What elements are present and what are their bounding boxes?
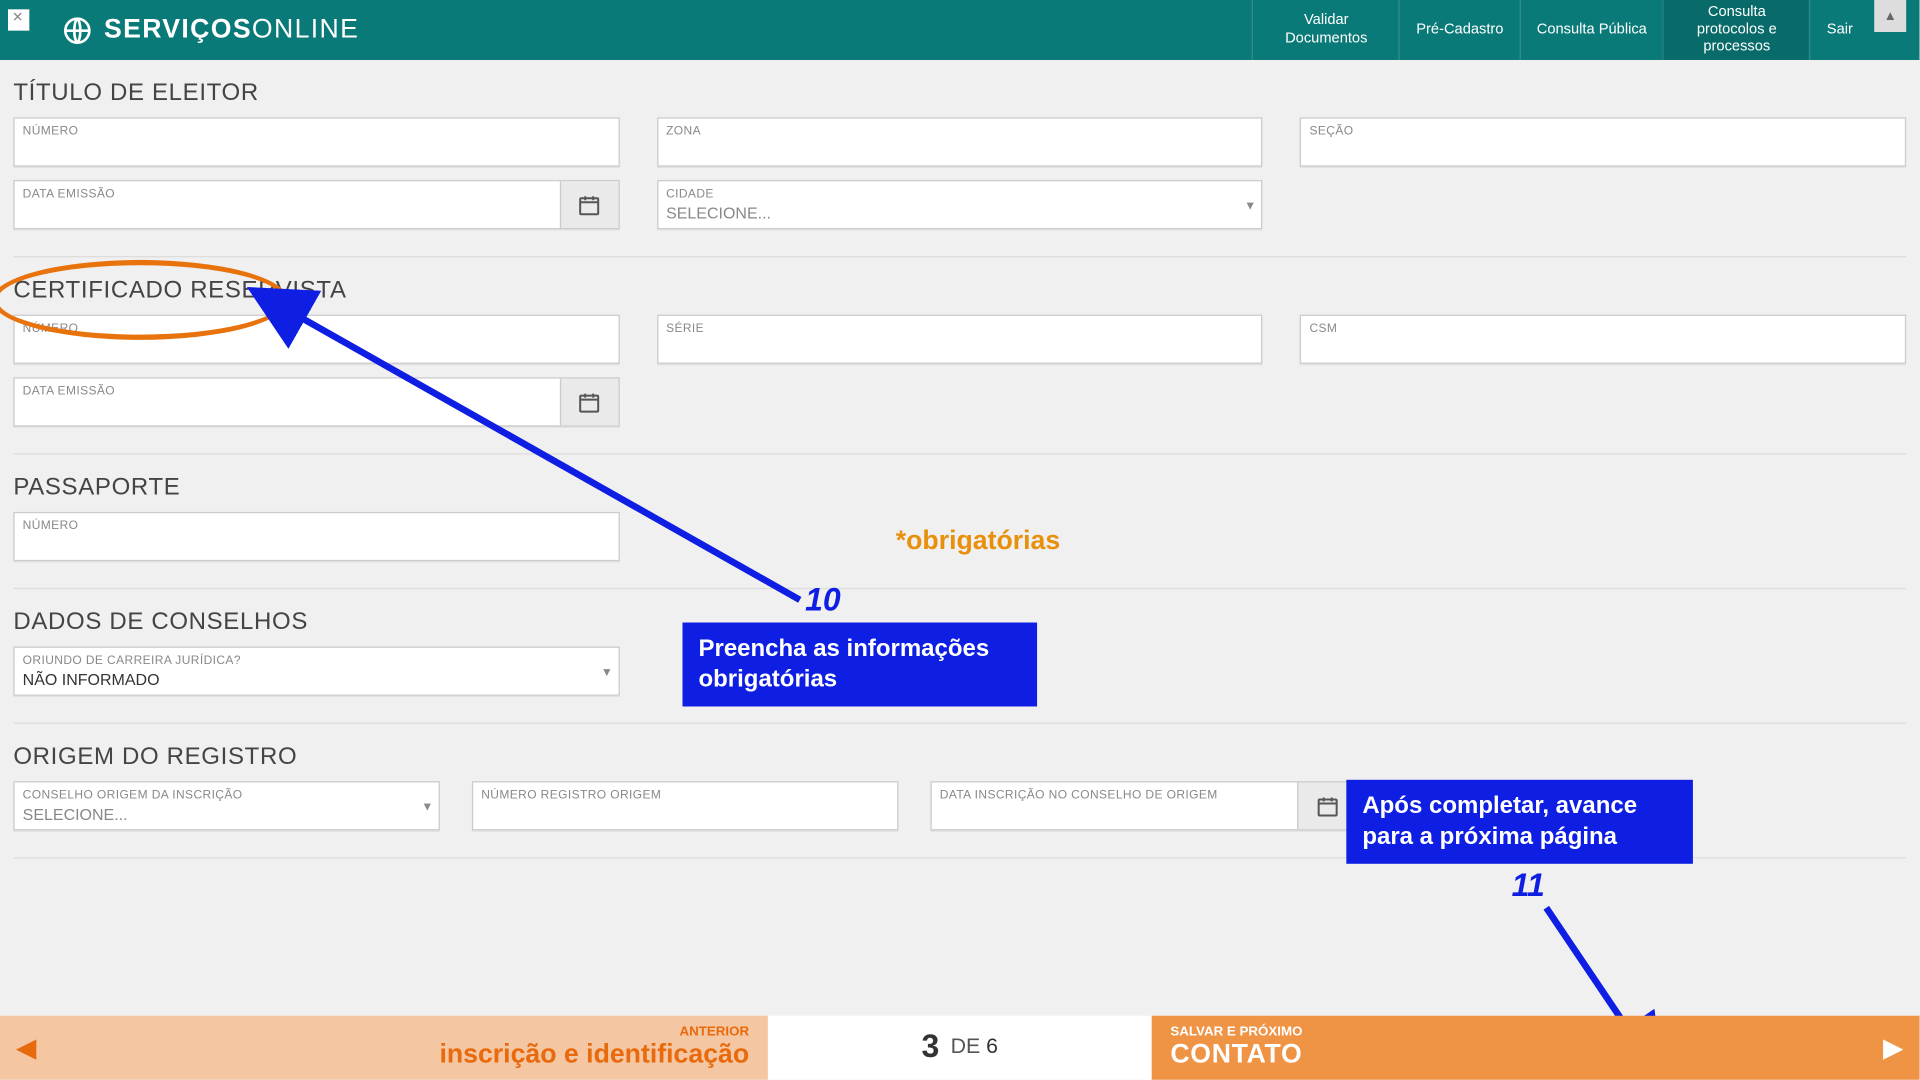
field-label: ZONA <box>666 124 1253 137</box>
wizard-footer: ◀ ANTERIOR inscrição e identificação 3 D… <box>0 1016 1920 1080</box>
origem-data-field[interactable]: DATA INSCRIÇÃO NO CONSELHO DE ORIGEM <box>930 781 1357 830</box>
nav-pre-cadastro[interactable]: Pré-Cadastro <box>1399 0 1520 60</box>
titulo-data-emissao-field[interactable]: DATA EMISSÃO <box>13 180 619 229</box>
nav-validar-documentos[interactable]: Validar Documentos <box>1252 0 1399 60</box>
passaporte-numero-input[interactable] <box>23 533 610 554</box>
annotation-obrigatorias: *obrigatórias <box>896 527 1060 558</box>
section-title-origem-registro: ORIGEM DO REGISTRO <box>13 742 1906 770</box>
origem-conselho-select[interactable]: CONSELHO ORIGEM DA INSCRIÇÃO SELECIONE..… <box>13 781 440 830</box>
chevron-down-icon: ▼ <box>421 799 433 812</box>
annotation-step-10-box: Preencha as informações obrigatórias <box>682 623 1037 707</box>
titulo-zona-field[interactable]: ZONA <box>657 117 1263 166</box>
divider <box>13 256 1906 257</box>
wizard-next-button[interactable]: SALVAR E PRÓXIMO CONTATO ▶ <box>1152 1016 1920 1080</box>
wizard-prev-button[interactable]: ◀ ANTERIOR inscrição e identificação <box>0 1016 768 1080</box>
titulo-zona-input[interactable] <box>666 139 1253 160</box>
titulo-cidade-select[interactable]: CIDADE SELECIONE... ▼ <box>657 180 1263 229</box>
wizard-pager: 3 DE 6 <box>768 1016 1152 1080</box>
origem-data-input[interactable] <box>940 802 1289 823</box>
origem-numero-input[interactable] <box>481 802 889 823</box>
calendar-icon[interactable] <box>559 379 618 426</box>
annotation-step-11-box: Após completar, avance para a próxima pá… <box>1346 780 1693 864</box>
field-label: DATA INSCRIÇÃO NO CONSELHO DE ORIGEM <box>940 788 1289 801</box>
reservista-data-emissao-field[interactable]: DATA EMISSÃO <box>13 377 619 426</box>
titulo-data-emissao-input[interactable] <box>23 201 552 222</box>
top-navigation: Validar Documentos Pré-Cadastro Consulta… <box>1252 0 1869 60</box>
select-value: SELECIONE... <box>23 802 431 823</box>
annotation-circle <box>0 260 288 340</box>
page-total: 6 <box>986 1036 998 1060</box>
origem-numero-field[interactable]: NÚMERO REGISTRO ORIGEM <box>472 781 899 830</box>
nav-sair[interactable]: Sair <box>1809 0 1868 60</box>
page-current: 3 <box>921 1029 939 1066</box>
field-label: NÚMERO <box>23 519 610 532</box>
field-label: CONSELHO ORIGEM DA INSCRIÇÃO <box>23 788 431 801</box>
field-label: CSM <box>1309 321 1896 334</box>
brand-logo[interactable]: SERVIÇOSONLINE <box>61 14 359 46</box>
reservista-serie-input[interactable] <box>666 336 1253 357</box>
chevron-down-icon: ▼ <box>601 665 613 678</box>
prev-label-small: ANTERIOR <box>439 1025 749 1040</box>
chevron-left-icon: ◀ <box>16 1031 37 1064</box>
reservista-csm-field[interactable]: CSM <box>1300 315 1906 364</box>
prev-label-big: inscrição e identificação <box>439 1040 749 1069</box>
reservista-serie-field[interactable]: SÉRIE <box>657 315 1263 364</box>
section-title-certificado-reservista: CERTIFICADO RESERVISTA <box>13 276 1906 304</box>
field-label: CIDADE <box>666 187 1253 200</box>
calendar-icon[interactable] <box>559 181 618 228</box>
form-content: TÍTULO DE ELEITOR NÚMERO ZONA SEÇÃO <box>0 60 1920 970</box>
field-label: DATA EMISSÃO <box>23 384 552 397</box>
titulo-secao-input[interactable] <box>1309 139 1896 160</box>
field-label: ORIUNDO DE CARREIRA JURÍDICA? <box>23 653 610 666</box>
divider <box>13 588 1906 589</box>
reservista-data-emissao-input[interactable] <box>23 399 552 420</box>
conselhos-carreira-select[interactable]: ORIUNDO DE CARREIRA JURÍDICA? NÃO INFORM… <box>13 647 619 696</box>
passaporte-numero-field[interactable]: NÚMERO <box>13 512 619 561</box>
globe-icon <box>61 14 93 46</box>
field-label: NÚMERO <box>23 124 610 137</box>
next-label-big: CONTATO <box>1170 1040 1302 1069</box>
annotation-step-11-number: 11 <box>1512 868 1545 905</box>
divider <box>13 453 1906 454</box>
next-label-small: SALVAR E PRÓXIMO <box>1170 1025 1302 1040</box>
reservista-csm-input[interactable] <box>1309 336 1896 357</box>
page-de: DE <box>945 1036 987 1060</box>
section-title-passaporte: PASSAPORTE <box>13 473 1906 501</box>
titulo-secao-field[interactable]: SEÇÃO <box>1300 117 1906 166</box>
scroll-up-button[interactable]: ▲ <box>1874 0 1906 32</box>
field-label: DATA EMISSÃO <box>23 187 552 200</box>
nav-consulta-protocolos[interactable]: Consulta protocolos e processos <box>1663 0 1810 60</box>
broken-image-icon <box>8 9 29 30</box>
topbar: SERVIÇOSONLINE Validar Documentos Pré-Ca… <box>0 0 1920 60</box>
section-title-titulo-eleitor: TÍTULO DE ELEITOR <box>13 79 1906 107</box>
chevron-down-icon: ▼ <box>1244 198 1256 211</box>
titulo-numero-input[interactable] <box>23 139 610 160</box>
select-value: SELECIONE... <box>666 201 1253 222</box>
nav-consulta-publica[interactable]: Consulta Pública <box>1519 0 1662 60</box>
field-label: SEÇÃO <box>1309 124 1896 137</box>
chevron-right-icon: ▶ <box>1883 1031 1904 1064</box>
field-label: SÉRIE <box>666 321 1253 334</box>
select-value: NÃO INFORMADO <box>23 668 610 689</box>
titulo-numero-field[interactable]: NÚMERO <box>13 117 619 166</box>
annotation-step-10-number: 10 <box>805 583 841 620</box>
divider <box>13 722 1906 723</box>
field-label: NÚMERO REGISTRO ORIGEM <box>481 788 889 801</box>
brand-text: SERVIÇOSONLINE <box>104 15 359 46</box>
